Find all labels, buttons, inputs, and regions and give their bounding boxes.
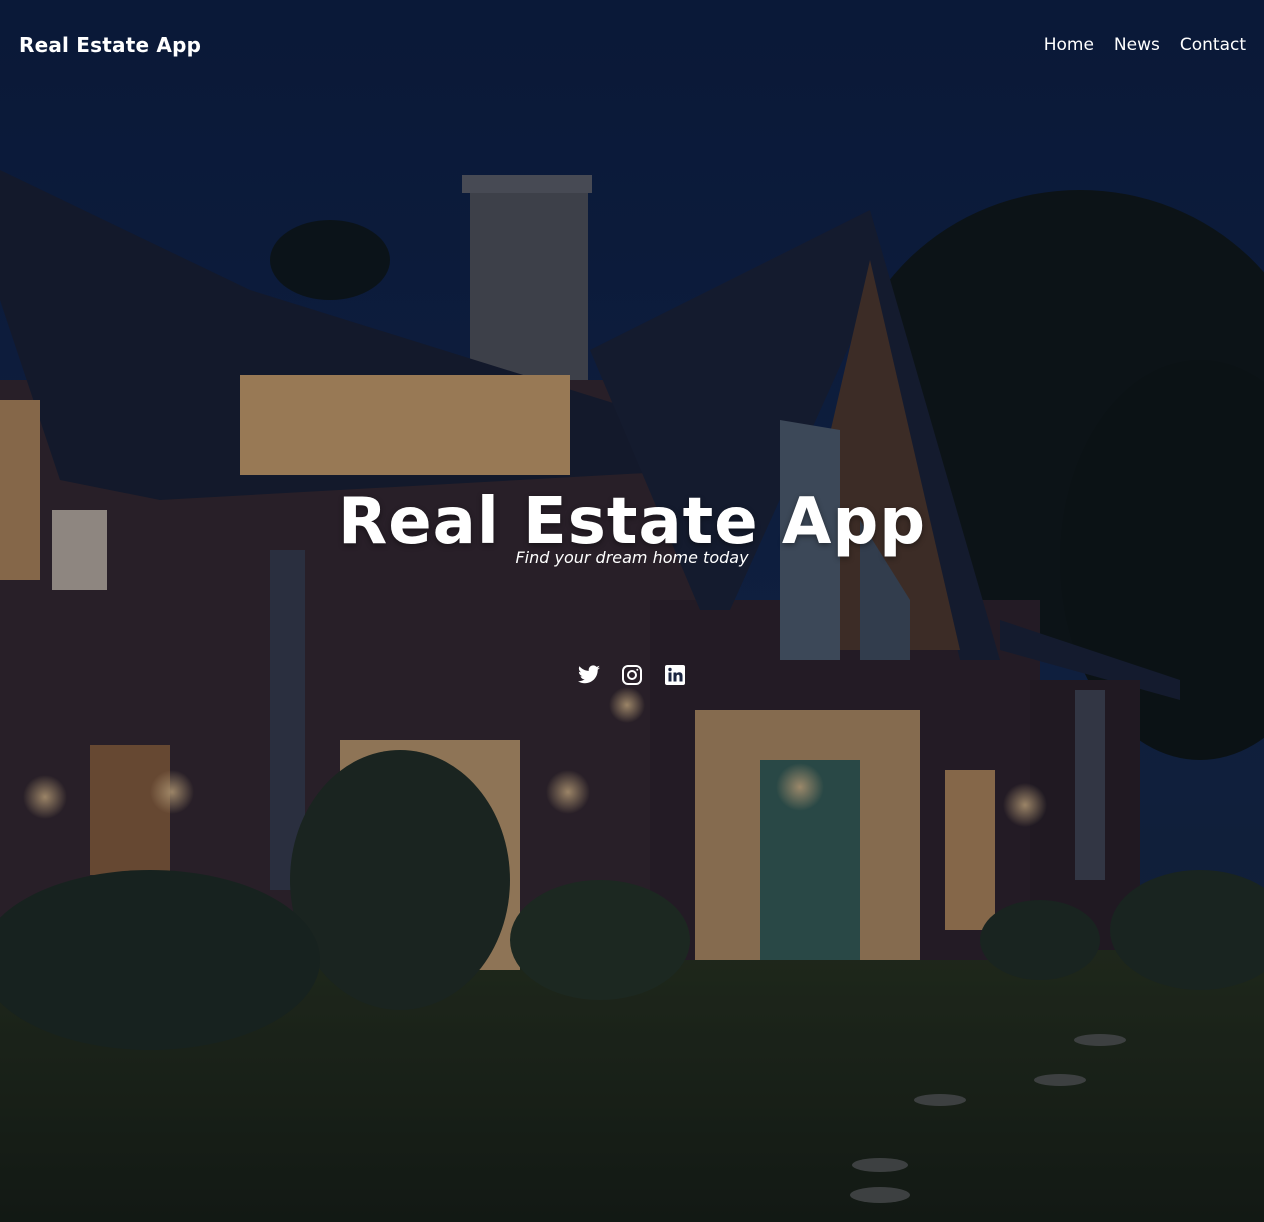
social-links — [0, 663, 1264, 687]
navbar: Real Estate App Home News Contact — [0, 0, 1264, 90]
twitter-icon — [578, 665, 600, 684]
nav-links: Home News Contact — [1044, 35, 1246, 55]
nav-link-home[interactable]: Home — [1044, 35, 1094, 55]
nav-link-news[interactable]: News — [1114, 35, 1160, 55]
linkedin-link[interactable] — [663, 663, 687, 687]
twitter-link[interactable] — [577, 663, 601, 687]
instagram-icon — [622, 665, 642, 685]
linkedin-icon — [665, 665, 685, 685]
hero-subtitle: Find your dream home today — [515, 548, 749, 567]
hero-dark-overlay — [0, 0, 1264, 1222]
nav-link-contact[interactable]: Contact — [1180, 35, 1246, 55]
instagram-link[interactable] — [620, 663, 644, 687]
brand-link[interactable]: Real Estate App — [19, 33, 201, 57]
